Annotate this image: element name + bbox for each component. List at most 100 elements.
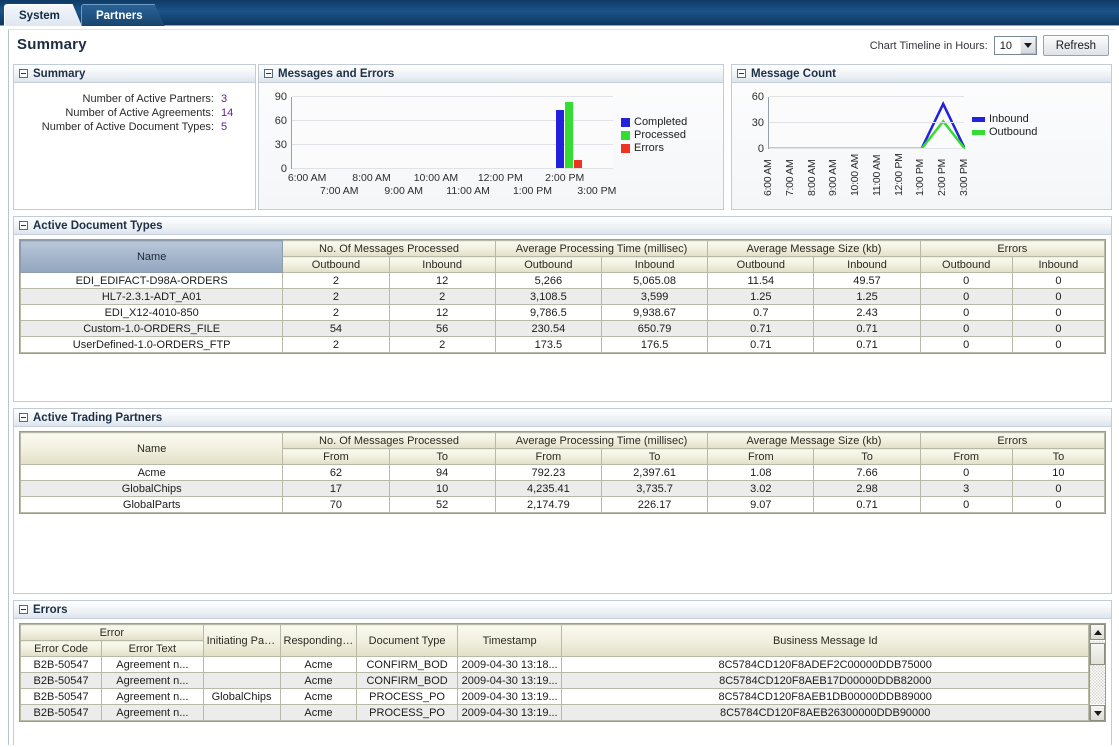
cell-business-message-id[interactable]: 8C5784CD120F8AEB26300000DDB90000 (561, 704, 1089, 721)
column-header[interactable]: Error (20, 624, 204, 641)
cell-error-count: 0 (919, 320, 1013, 337)
column-header[interactable]: Average Processing Time (millisec) (494, 432, 709, 449)
table-row[interactable]: B2B-50547 Agreement n... GlobalChips Acme PR… (19, 688, 1089, 705)
y-axis-tick-label: 30 (751, 117, 764, 129)
table-row[interactable]: Custom-1.0-ORDERS_FILE 54 56 230.54 650.79 0.… (19, 320, 1106, 337)
column-subheader[interactable]: From (282, 448, 390, 465)
partners-panel-body: Name No. Of Messages Processed Average Pro… (14, 427, 1111, 593)
column-header[interactable]: Errors (919, 240, 1106, 257)
stat-row: Number of Active Partners: 3 (14, 93, 247, 105)
column-header[interactable]: No. Of Messages Processed (282, 432, 496, 449)
column-subheader[interactable]: To (813, 448, 921, 465)
column-header[interactable]: Name (19, 432, 284, 465)
table-row[interactable]: EDI_X12-4010-850 2 12 9,786.5 9,938.67 0.7 2.4… (19, 304, 1106, 321)
x-axis-tick-label: 1:00 PM (914, 158, 927, 196)
cell-metric: 9,786.5 (494, 304, 602, 321)
column-header[interactable]: Initiating Partner (202, 624, 281, 657)
chart-timeline-select[interactable]: 10 (993, 36, 1037, 55)
column-header[interactable]: Average Message Size (kb) (707, 432, 921, 449)
column-subheader[interactable]: Inbound (388, 256, 496, 273)
column-header[interactable]: Average Processing Time (millisec) (494, 240, 709, 257)
column-subheader[interactable]: Outbound (707, 256, 815, 273)
cell-metric: 9.07 (707, 496, 815, 513)
stat-row: Number of Active Document Types: 5 (14, 121, 247, 133)
legend-swatch (621, 130, 630, 140)
table-row[interactable]: Acme 62 94 792.23 2,397.61 1.08 7.66 0 10 (19, 464, 1106, 481)
tab-system[interactable]: System (4, 4, 82, 26)
scroll-up-button[interactable] (1090, 624, 1105, 640)
table-row[interactable]: GlobalChips 17 10 4,235.41 3,735.7 3.02 2.98 3 0 (19, 480, 1106, 497)
message-count-panel-body: 0 30 60 6:00 AM 7:00 AM 8:00 AM 9:00 AM 10:00 … (732, 83, 1111, 209)
partners-table: Name No. Of Messages Processed Average Pro… (19, 432, 1106, 513)
column-subheader[interactable]: To (388, 448, 496, 465)
cell-business-message-id[interactable]: 8C5784CD120F8AEB17D00000DDB82000 (561, 672, 1089, 689)
column-header[interactable]: Errors (919, 432, 1106, 449)
cell-metric: 0.71 (813, 320, 921, 337)
tab-partners[interactable]: Partners (80, 4, 165, 26)
column-subheader[interactable]: Inbound (813, 256, 921, 273)
column-header[interactable]: Responding Partner (279, 624, 358, 657)
scrollbar-thumb[interactable] (1090, 643, 1105, 665)
y-axis-tick-label: 30 (274, 139, 287, 151)
cell-metric: 12 (388, 272, 496, 289)
cell-error-count: 3 (919, 480, 1013, 497)
column-subheader[interactable]: Inbound (600, 256, 709, 273)
stat-label: Number of Active Agreements: (65, 107, 214, 119)
table-row[interactable]: GlobalParts 70 52 2,174.79 226.17 9.07 0.71 0 0 (19, 496, 1106, 513)
cell-metric: 2 (282, 336, 390, 353)
column-subheader[interactable]: From (707, 448, 815, 465)
partners-table-box: Name No. Of Messages Processed Average Pro… (19, 431, 1106, 514)
column-subheader[interactable]: To (600, 448, 709, 465)
collapse-icon[interactable] (19, 221, 28, 230)
column-header[interactable]: Average Message Size (kb) (707, 240, 921, 257)
cell-name: GlobalParts (19, 496, 284, 513)
column-subheader[interactable]: Outbound (282, 256, 390, 273)
column-header[interactable]: Document Type (356, 624, 458, 657)
collapse-icon[interactable] (264, 69, 273, 78)
message-count-panel-header[interactable]: Message Count (732, 65, 1111, 83)
table-row[interactable]: HL7-2.3.1-ADT_A01 2 2 3,108.5 3,599 1.25 1.25 0… (19, 288, 1106, 305)
active-document-types-panel: Active Document Types Name No. Of Message… (13, 216, 1112, 402)
messages-errors-panel-title: Messages and Errors (278, 67, 395, 80)
collapse-icon[interactable] (737, 69, 746, 78)
partners-panel-header[interactable]: Active Trading Partners (14, 409, 1111, 427)
column-subheader[interactable]: Error Text (101, 640, 204, 657)
column-subheader[interactable]: Error Code (19, 640, 103, 657)
column-header[interactable]: Business Message Id (561, 624, 1089, 657)
scroll-down-button[interactable] (1090, 705, 1105, 721)
column-header[interactable]: No. Of Messages Processed (282, 240, 496, 257)
column-subheader[interactable]: Inbound (1011, 256, 1106, 273)
column-header[interactable]: Timestamp (456, 624, 563, 657)
cell-metric: 230.54 (494, 320, 602, 337)
cell-metric: 11.54 (707, 272, 815, 289)
collapse-icon[interactable] (19, 69, 28, 78)
column-header[interactable]: Name (19, 240, 284, 273)
cell-document-type: CONFIRM_BOD (356, 672, 458, 689)
cell-name: GlobalChips (19, 480, 284, 497)
table-row[interactable]: B2B-50547 Agreement n... Acme CONFIRM_BOD 20… (19, 656, 1089, 673)
x-axis-tick-label: 3:00 PM (958, 158, 970, 196)
collapse-icon[interactable] (19, 605, 28, 614)
cell-business-message-id[interactable]: 8C5784CD120F8ADEF2C00000DDB75000 (561, 656, 1089, 673)
table-row[interactable]: UserDefined-1.0-ORDERS_FTP 2 2 173.5 176.5 0.… (19, 336, 1106, 353)
column-subheader[interactable]: From (494, 448, 602, 465)
column-subheader[interactable]: From (919, 448, 1013, 465)
errors-panel-header[interactable]: Errors (14, 601, 1111, 619)
x-axis-tick-label: 11:00 AM (446, 185, 490, 197)
collapse-icon[interactable] (19, 413, 28, 422)
table-row[interactable]: B2B-50547 Agreement n... Acme CONFIRM_BOD 20… (19, 672, 1089, 689)
refresh-button[interactable]: Refresh (1042, 35, 1109, 56)
cell-metric: 3.02 (707, 480, 815, 497)
column-subheader[interactable]: To (1011, 448, 1106, 465)
column-subheader[interactable]: Outbound (919, 256, 1013, 273)
doc-types-panel-header[interactable]: Active Document Types (14, 217, 1111, 235)
table-row[interactable]: EDI_EDIFACT-D98A-ORDERS 2 12 5,266 5,065.08 1… (19, 272, 1106, 289)
cell-business-message-id[interactable]: 8C5784CD120F8AEB1DB00000DDB89000 (561, 688, 1089, 705)
table-row[interactable]: B2B-50547 Agreement n... Acme PROCESS_PO 200… (19, 704, 1089, 721)
triangle-up-icon (1093, 629, 1102, 635)
errors-table-scrollbar[interactable] (1089, 624, 1105, 721)
messages-errors-panel-header[interactable]: Messages and Errors (259, 65, 723, 83)
column-subheader[interactable]: Outbound (494, 256, 602, 273)
bar-chart-plot-area (291, 96, 613, 169)
summary-panel-header[interactable]: Summary (14, 65, 255, 83)
